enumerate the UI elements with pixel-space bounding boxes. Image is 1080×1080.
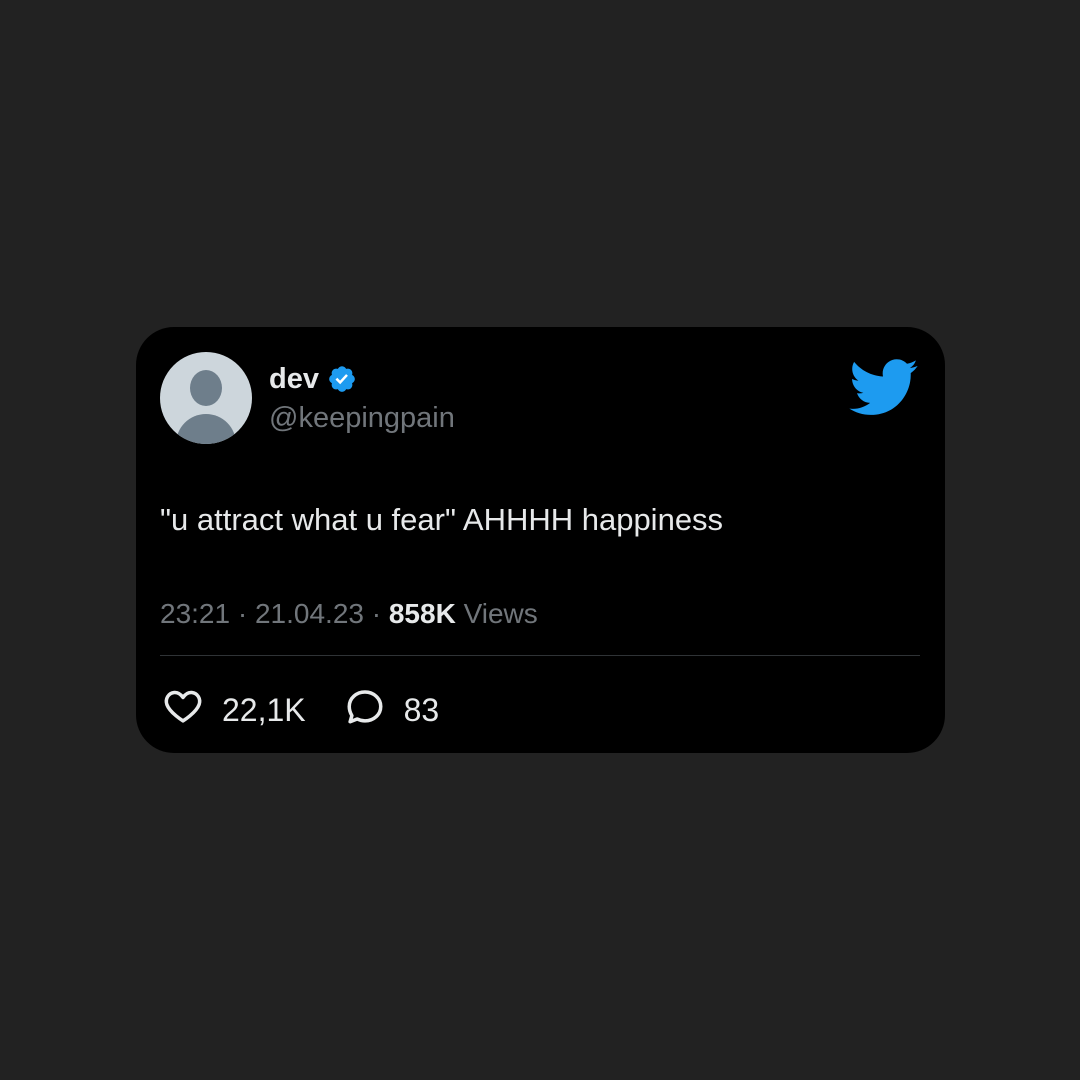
twitter-bird-icon [849, 359, 919, 417]
avatar-head-shape [190, 370, 222, 406]
speech-bubble-icon [344, 685, 386, 735]
like-button[interactable]: 22,1K [162, 685, 306, 735]
tweet-date[interactable]: 21.04.23 [255, 598, 364, 629]
verified-badge-icon [327, 364, 357, 394]
reply-count: 83 [403, 692, 440, 728]
avatar[interactable] [160, 352, 252, 444]
tweet-text: "u attract what u fear" AHHHH happiness [160, 502, 724, 537]
tweet-time[interactable]: 23:21 [160, 598, 230, 629]
display-name[interactable]: dev [269, 362, 319, 396]
divider [160, 655, 920, 656]
avatar-body-shape [176, 414, 236, 444]
views-count: 858K [388, 598, 456, 629]
heart-icon [162, 685, 204, 735]
meta-separator: · [230, 598, 255, 629]
meta-separator: · [363, 598, 389, 629]
tweet-card[interactable]: dev @keepingpain "u attract what u fear"… [136, 327, 945, 753]
user-handle[interactable]: @keepingpain [269, 401, 455, 435]
author-name-row: dev [269, 362, 357, 396]
tweet-meta: 23:21 · 21.04.23 · 858K Views [160, 597, 538, 631]
action-bar: 22,1K 83 [162, 685, 477, 735]
reply-button[interactable]: 83 [344, 685, 440, 735]
views-label: Views [463, 598, 538, 629]
like-count: 22,1K [222, 692, 306, 728]
